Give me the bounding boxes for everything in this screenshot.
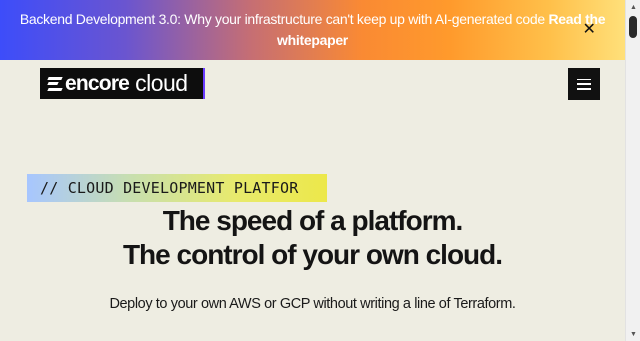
close-banner-button[interactable]: ✕ — [580, 21, 598, 39]
page: Backend Development 3.0: Why your infras… — [0, 0, 625, 341]
banner-message: Backend Development 3.0: Why your infras… — [0, 9, 625, 51]
logo-word-cloud: cloud — [135, 70, 188, 96]
logo-word-encore: encore — [65, 71, 130, 95]
menu-button[interactable] — [568, 68, 600, 100]
hero-subline: Deploy to your own AWS or GCP without wr… — [109, 296, 516, 312]
vertical-scrollbar[interactable]: ▲ ▼ — [625, 0, 640, 341]
headline-line-1: The speed of a platform. — [162, 205, 464, 236]
hamburger-menu-icon — [577, 78, 591, 90]
encore-logo-mark-icon — [47, 76, 63, 91]
hero-headline: The speed of a platform. The control of … — [0, 204, 625, 272]
encore-cloud-logo[interactable]: encore cloud — [40, 68, 205, 99]
scrollbar-thumb[interactable] — [629, 16, 637, 38]
banner-text: Backend Development 3.0: Why your infras… — [19, 11, 545, 27]
headline-line-2: The control of your own cloud. — [122, 239, 503, 270]
platform-tag: // CLOUD DEVELOPMENT PLATFOR — [27, 174, 327, 202]
scroll-down-arrow-icon[interactable]: ▼ — [626, 327, 640, 341]
announcement-banner: Backend Development 3.0: Why your infras… — [0, 0, 625, 60]
scroll-up-arrow-icon[interactable]: ▲ — [626, 0, 640, 14]
close-icon: ✕ — [582, 21, 596, 38]
